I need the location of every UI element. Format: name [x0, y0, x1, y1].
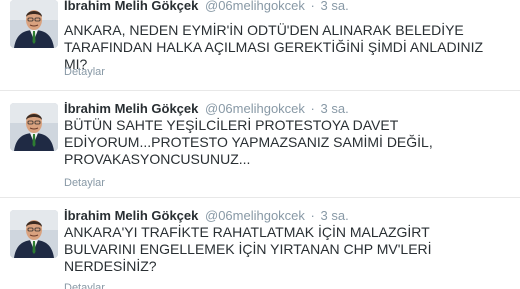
author-fullname[interactable]: İbrahim Melih Gökçek — [64, 101, 198, 116]
header-separator: · — [310, 0, 315, 13]
tweet-text: ANKARA, NEDEN EYMİR'İN ODTÜ'DEN ALINARAK… — [64, 22, 484, 72]
profile-photo-icon[interactable] — [10, 0, 58, 48]
author-username[interactable]: @06melihgokcek — [205, 0, 305, 13]
tweet-text: BÜTÜN SAHTE YEŞİLCİLERİ PROTESTOYA DAVET… — [64, 117, 433, 167]
tweet-header: İbrahim Melih Gökçek @06melihgokcek · 3 … — [64, 208, 349, 224]
tweet-timestamp[interactable]: 3 sa. — [321, 0, 349, 13]
profile-photo-icon[interactable] — [10, 103, 58, 151]
details-link[interactable]: Detaylar — [64, 281, 105, 289]
tweet-header: İbrahim Melih Gökçek @06melihgokcek · 3 … — [64, 0, 349, 14]
tweet-item[interactable]: İbrahim Melih Gökçek @06melihgokcek · 3 … — [0, 198, 520, 289]
tweet-timestamp[interactable]: 3 sa. — [321, 208, 349, 223]
tweet-header: İbrahim Melih Gökçek @06melihgokcek · 3 … — [64, 101, 349, 117]
header-separator: · — [310, 101, 315, 116]
author-fullname[interactable]: İbrahim Melih Gökçek — [64, 0, 198, 13]
tweet-item[interactable]: İbrahim Melih Gökçek @06melihgokcek · 3 … — [0, 91, 520, 198]
tweet-text: ANKARA'YI TRAFİKTE RAHATLATMAK İÇİN MALA… — [64, 224, 432, 274]
tweet-timeline: İbrahim Melih Gökçek @06melihgokcek · 3 … — [0, 0, 520, 289]
profile-photo-icon[interactable] — [10, 210, 58, 258]
author-username[interactable]: @06melihgokcek — [205, 208, 305, 223]
tweet-item[interactable]: İbrahim Melih Gökçek @06melihgokcek · 3 … — [0, 0, 520, 91]
author-username[interactable]: @06melihgokcek — [205, 101, 305, 116]
header-separator: · — [310, 208, 315, 223]
details-link[interactable]: Detaylar — [64, 176, 105, 190]
tweet-timestamp[interactable]: 3 sa. — [321, 101, 349, 116]
author-fullname[interactable]: İbrahim Melih Gökçek — [64, 208, 198, 223]
details-link[interactable]: Detaylar — [64, 65, 105, 79]
